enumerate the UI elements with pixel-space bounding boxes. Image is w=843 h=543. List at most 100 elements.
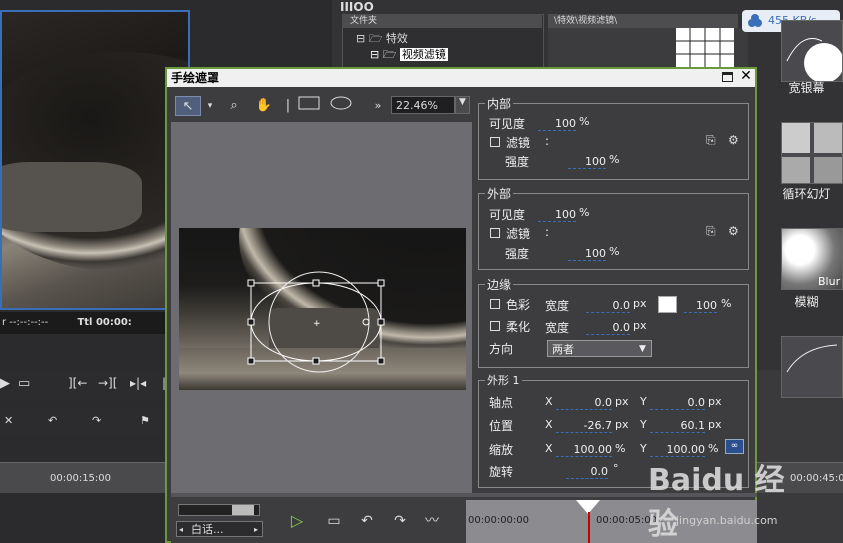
effect-widescreen-label: 宽银幕 xyxy=(788,81,825,95)
outer-filter-label: 滤镜 xyxy=(506,227,531,241)
folder-open-icon[interactable]: ⎘ xyxy=(706,224,716,239)
mask-shape-overlay[interactable]: + xyxy=(179,228,466,390)
tl-time-label-1: 00:00:00:00 xyxy=(468,515,530,526)
dialog-title: 手绘遮罩 xyxy=(167,69,755,87)
effect-blur-thumb[interactable]: Blur xyxy=(781,228,843,290)
outer-strength-unit: % xyxy=(609,245,620,258)
zoom-dropdown[interactable]: ▼ xyxy=(455,96,470,114)
slider-thumb[interactable] xyxy=(232,505,254,515)
outer-visibility-unit: % xyxy=(579,206,590,219)
edge-soft-width-label: 宽度 xyxy=(545,321,570,335)
edge-color-swatch[interactable] xyxy=(658,296,677,313)
anchor-x-label: X xyxy=(545,395,553,408)
close-icon[interactable]: ✕ xyxy=(739,68,753,84)
outer-group-title: 外部 xyxy=(485,185,514,202)
split-icon[interactable]: ▸|◂ xyxy=(130,376,146,390)
grid-effect-thumb[interactable] xyxy=(676,28,734,68)
outer-visibility-field[interactable]: 100 xyxy=(538,208,576,222)
zoom-level-field[interactable]: 22.46% xyxy=(391,96,455,114)
preview-image-block xyxy=(2,162,142,232)
position-y-unit: px xyxy=(708,418,722,431)
chevron-right-icon[interactable]: ▸ xyxy=(254,522,258,538)
mask-list-value: 白话... xyxy=(191,523,224,536)
rotation-unit: ° xyxy=(613,462,619,475)
edge-soft-checkbox[interactable] xyxy=(490,321,500,331)
ellipse-tool-icon[interactable] xyxy=(329,96,353,116)
redo-icon[interactable]: ↷ xyxy=(92,414,101,427)
redo-icon[interactable]: ↷ xyxy=(388,510,412,532)
mask-list-select[interactable]: ◂ 白话... ▸ xyxy=(176,521,263,537)
inner-strength-field[interactable]: 100 xyxy=(568,155,606,169)
line-tool-icon[interactable]: | xyxy=(282,96,294,116)
scale-y-label: Y xyxy=(640,442,647,455)
effect-widescreen-thumb[interactable] xyxy=(781,20,843,83)
rotation-field[interactable]: 0.0 xyxy=(566,465,608,479)
player-preview xyxy=(0,10,190,310)
inner-visibility-label: 可见度 xyxy=(489,117,526,131)
comment-icon[interactable]: ▭ xyxy=(322,510,346,532)
settings-icon[interactable]: ⚙ xyxy=(728,224,739,238)
edge-color-label: 色彩 xyxy=(506,298,531,312)
cloud-icon xyxy=(746,13,764,29)
undo-icon[interactable]: ↶ xyxy=(355,510,379,532)
play-icon[interactable]: ▶ xyxy=(0,376,10,391)
anchor-y-field[interactable]: 0.0 xyxy=(650,396,705,410)
comment-icon[interactable]: ▭ xyxy=(18,376,30,391)
folder-open-icon[interactable]: ⎘ xyxy=(706,133,716,148)
anchor-x-field[interactable]: 0.0 xyxy=(556,396,612,410)
mark-in-icon[interactable]: ][← xyxy=(68,376,87,390)
edge-soft-label: 柔化 xyxy=(506,320,531,334)
effect-curve-thumb[interactable] xyxy=(781,336,843,398)
tree-item-video-filters[interactable]: ⊟ 🗁 视频滤镜 xyxy=(370,46,448,65)
inner-visibility-unit: % xyxy=(579,115,590,128)
play-icon[interactable]: ▷ xyxy=(285,510,309,532)
double-chevron-icon[interactable]: » xyxy=(370,96,386,116)
edge-width-field[interactable]: 0.0 xyxy=(586,299,630,313)
player-timecode-value: r --:--:--:-- xyxy=(2,317,49,328)
position-x-unit: px xyxy=(615,418,629,431)
edge-soft-width-field[interactable]: 0.0 xyxy=(586,321,630,335)
effect-loop-slide-thumb[interactable] xyxy=(781,122,843,184)
outer-filter-value: : xyxy=(545,225,550,239)
link-icon[interactable]: ∞ xyxy=(725,439,744,454)
mark-out-icon[interactable]: →][ xyxy=(98,376,117,390)
player-controls[interactable]: ▶ ▭ ][← →][ ▸|◂ |◂ xyxy=(0,370,190,400)
tree-item-video-filters-label: 视频滤镜 xyxy=(399,48,448,61)
magnifier-icon[interactable]: ⌕ xyxy=(224,96,244,116)
undo-icon[interactable]: ↶ xyxy=(48,414,57,427)
chevron-left-icon[interactable]: ◂ xyxy=(179,522,183,538)
position-x-field[interactable]: -26.7 xyxy=(556,419,612,433)
waveform-icon[interactable]: 〰 xyxy=(420,510,444,532)
settings-icon[interactable]: ⚙ xyxy=(728,133,739,147)
tree-item-effects-label: 特效 xyxy=(385,32,408,45)
chevron-down-icon[interactable]: ▾ xyxy=(204,96,216,116)
position-y-label: Y xyxy=(640,418,647,431)
position-y-field[interactable]: 60.1 xyxy=(650,419,705,433)
cut-icon[interactable]: ✕ xyxy=(4,414,13,427)
position-x-label: X xyxy=(545,418,553,431)
inner-group-title: 内部 xyxy=(485,95,514,112)
marker-icon[interactable]: ⚑ xyxy=(140,414,150,427)
edge-direction-select[interactable]: 两者 ▼ xyxy=(547,340,652,357)
shape-group-title: 外形 1 xyxy=(485,372,522,388)
anchor-label: 轴点 xyxy=(489,396,514,410)
outer-strength-label: 强度 xyxy=(505,247,530,261)
inner-filter-checkbox[interactable] xyxy=(490,137,500,147)
select-arrow-icon[interactable]: ↖ xyxy=(175,96,201,116)
edge-color-checkbox[interactable] xyxy=(490,299,500,309)
outer-strength-field[interactable]: 100 xyxy=(568,247,606,261)
inner-strength-label: 强度 xyxy=(505,155,530,169)
edge-opacity-unit: % xyxy=(721,297,732,310)
inner-visibility-field[interactable]: 100 xyxy=(538,117,576,131)
chevron-down-icon: ▼ xyxy=(639,344,646,354)
maximize-icon[interactable] xyxy=(722,72,733,82)
rectangle-tool-icon[interactable] xyxy=(297,96,321,116)
hand-icon[interactable]: ✋ xyxy=(254,96,274,116)
edit-controls[interactable]: ✕ ↶ ↷ ⚑ xyxy=(0,408,190,436)
edge-opacity-field[interactable]: 100 xyxy=(684,299,717,313)
scale-x-field[interactable]: 100.00 xyxy=(556,443,612,457)
edge-width-unit: px xyxy=(633,297,647,310)
player-total-label: Ttl 00:00: xyxy=(77,317,132,328)
edge-direction-value: 两者 xyxy=(552,343,574,356)
outer-filter-checkbox[interactable] xyxy=(490,228,500,238)
